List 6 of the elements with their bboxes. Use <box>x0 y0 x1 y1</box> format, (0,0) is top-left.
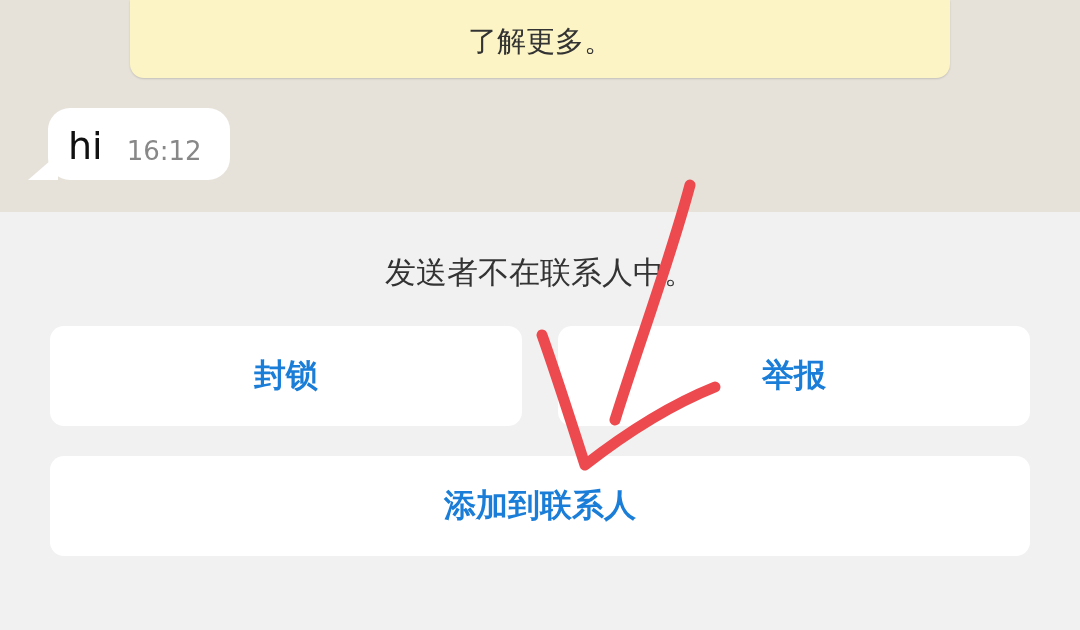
message-text: hi <box>68 126 103 166</box>
action-button[interactable]: 封锁 <box>50 326 522 426</box>
message-time: 16:12 <box>126 136 202 166</box>
info-banner[interactable]: 了解更多。 <box>130 0 950 78</box>
action-button[interactable]: 添加到联系人 <box>50 456 1030 556</box>
action-button[interactable]: 举报 <box>558 326 1030 426</box>
